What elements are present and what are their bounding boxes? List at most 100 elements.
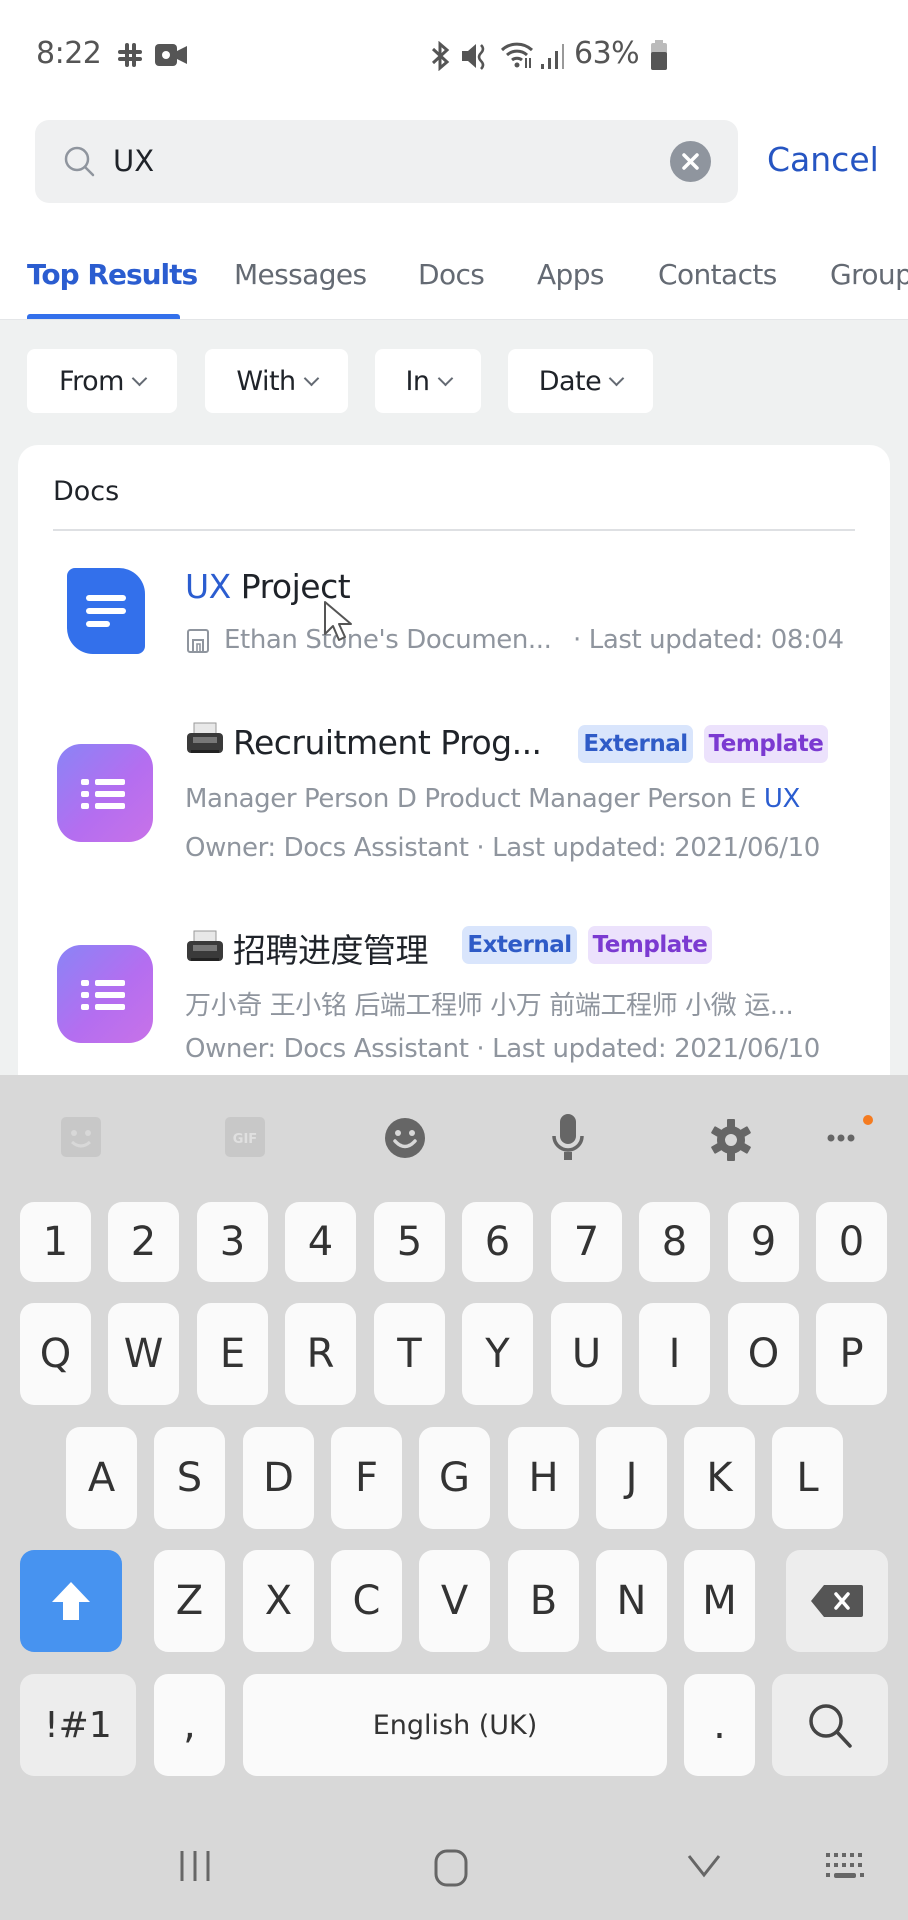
tab-contacts[interactable]: Contacts	[658, 258, 777, 291]
printer-emoji-icon	[185, 930, 225, 972]
key-t[interactable]: T	[374, 1303, 445, 1405]
key-f[interactable]: F	[331, 1427, 402, 1529]
key-k[interactable]: K	[684, 1427, 755, 1529]
doc-snippet: Manager Person D Product Manager Person …	[185, 784, 800, 814]
cancel-button[interactable]: Cancel	[767, 140, 879, 179]
filter-from[interactable]: From	[27, 349, 177, 413]
key-q[interactable]: Q	[20, 1303, 91, 1405]
keyboard-switch-icon[interactable]	[825, 1851, 867, 1887]
shift-key[interactable]	[20, 1550, 122, 1652]
doc-meta: Owner: Docs Assistant · Last updated: 20…	[185, 833, 820, 863]
bluetooth-icon	[428, 40, 452, 75]
tab-docs[interactable]: Docs	[418, 258, 485, 291]
tab-apps[interactable]: Apps	[537, 258, 604, 291]
tab-messages[interactable]: Messages	[234, 258, 367, 291]
symbols-key[interactable]: !#1	[20, 1674, 136, 1776]
period-key[interactable]: .	[684, 1674, 755, 1776]
chevron-down-icon	[608, 370, 625, 386]
tab-groups[interactable]: Groups	[830, 258, 908, 291]
key-i[interactable]: I	[639, 1303, 710, 1405]
key-e[interactable]: E	[197, 1303, 268, 1405]
workspace-icon	[187, 629, 209, 657]
settings-icon[interactable]	[709, 1118, 753, 1166]
doc-title-text: 招聘进度管理	[233, 931, 429, 970]
filter-in-label: In	[405, 365, 430, 397]
list-doc-icon	[57, 744, 153, 842]
key-8[interactable]: 8	[639, 1202, 710, 1282]
back-icon[interactable]	[686, 1853, 722, 1883]
key-1[interactable]: 1	[20, 1202, 91, 1282]
key-x[interactable]: X	[243, 1550, 314, 1652]
key-6[interactable]: 6	[462, 1202, 533, 1282]
key-7[interactable]: 7	[551, 1202, 622, 1282]
tag-external: External	[578, 725, 693, 763]
key-j[interactable]: J	[596, 1427, 667, 1529]
key-y[interactable]: Y	[462, 1303, 533, 1405]
filter-in[interactable]: In	[375, 349, 481, 413]
key-d[interactable]: D	[243, 1427, 314, 1529]
key-2[interactable]: 2	[108, 1202, 179, 1282]
key-3[interactable]: 3	[197, 1202, 268, 1282]
space-key[interactable]: English (UK)	[243, 1674, 667, 1776]
key-9[interactable]: 9	[728, 1202, 799, 1282]
sticker-icon[interactable]	[60, 1116, 102, 1162]
comma-key[interactable]: ,	[154, 1674, 225, 1776]
filter-date[interactable]: Date	[508, 349, 653, 413]
title-highlight: UX	[185, 567, 231, 606]
key-a[interactable]: A	[66, 1427, 137, 1529]
microphone-icon[interactable]	[550, 1112, 586, 1168]
backspace-icon	[811, 1585, 863, 1617]
backspace-key[interactable]	[786, 1550, 888, 1652]
shift-arrow-icon	[52, 1582, 90, 1620]
key-p[interactable]: P	[816, 1303, 887, 1405]
chevron-down-icon	[437, 370, 453, 386]
gif-icon[interactable]: GIF	[224, 1116, 266, 1162]
tab-top-results[interactable]: Top Results	[27, 258, 198, 291]
key-v[interactable]: V	[419, 1550, 490, 1652]
home-icon[interactable]	[433, 1849, 469, 1891]
key-z[interactable]: Z	[154, 1550, 225, 1652]
close-icon	[682, 153, 699, 170]
wifi-icon	[500, 40, 536, 74]
search-input[interactable]	[113, 138, 633, 184]
emoji-icon[interactable]	[384, 1117, 426, 1163]
video-camera-icon	[155, 44, 187, 70]
doc-snippet: 万小奇 王小铭 后端工程师 小万 前端工程师 小微 运...	[185, 991, 794, 1021]
recents-icon[interactable]	[178, 1848, 214, 1888]
signal-icon	[540, 42, 566, 74]
filter-date-label: Date	[538, 365, 602, 397]
search-icon	[809, 1704, 852, 1748]
key-b[interactable]: B	[508, 1550, 579, 1652]
chevron-down-icon	[303, 370, 319, 386]
key-o[interactable]: O	[728, 1303, 799, 1405]
doc-title: Recruitment Prog...	[185, 722, 542, 764]
key-s[interactable]: S	[154, 1427, 225, 1529]
snippet-text: Manager Person D Product Manager Person …	[185, 784, 764, 814]
key-4[interactable]: 4	[285, 1202, 356, 1282]
mute-icon	[460, 41, 490, 75]
search-key[interactable]	[772, 1674, 888, 1776]
snippet-highlight: UX	[763, 784, 800, 814]
key-r[interactable]: R	[285, 1303, 356, 1405]
filter-with-label: With	[236, 365, 296, 397]
section-title[interactable]: Docs	[53, 476, 119, 507]
results-tabs: Top Results Messages Docs Apps Contacts …	[0, 250, 908, 320]
key-u[interactable]: U	[551, 1303, 622, 1405]
key-c[interactable]: C	[331, 1550, 402, 1652]
key-5[interactable]: 5	[374, 1202, 445, 1282]
tag-external: External	[462, 926, 577, 964]
key-m[interactable]: M	[684, 1550, 755, 1652]
filter-from-label: From	[59, 365, 124, 397]
active-tab-indicator	[27, 314, 180, 319]
clear-search-button[interactable]	[670, 141, 711, 182]
key-g[interactable]: G	[419, 1427, 490, 1529]
key-h[interactable]: H	[508, 1427, 579, 1529]
mouse-cursor-icon	[323, 600, 357, 648]
key-n[interactable]: N	[596, 1550, 667, 1652]
filter-with[interactable]: With	[205, 349, 348, 413]
doc-meta: Owner: Docs Assistant · Last updated: 20…	[185, 1034, 820, 1064]
key-0[interactable]: 0	[816, 1202, 887, 1282]
more-icon[interactable]	[826, 1112, 876, 1156]
key-l[interactable]: L	[772, 1427, 843, 1529]
key-w[interactable]: W	[108, 1303, 179, 1405]
